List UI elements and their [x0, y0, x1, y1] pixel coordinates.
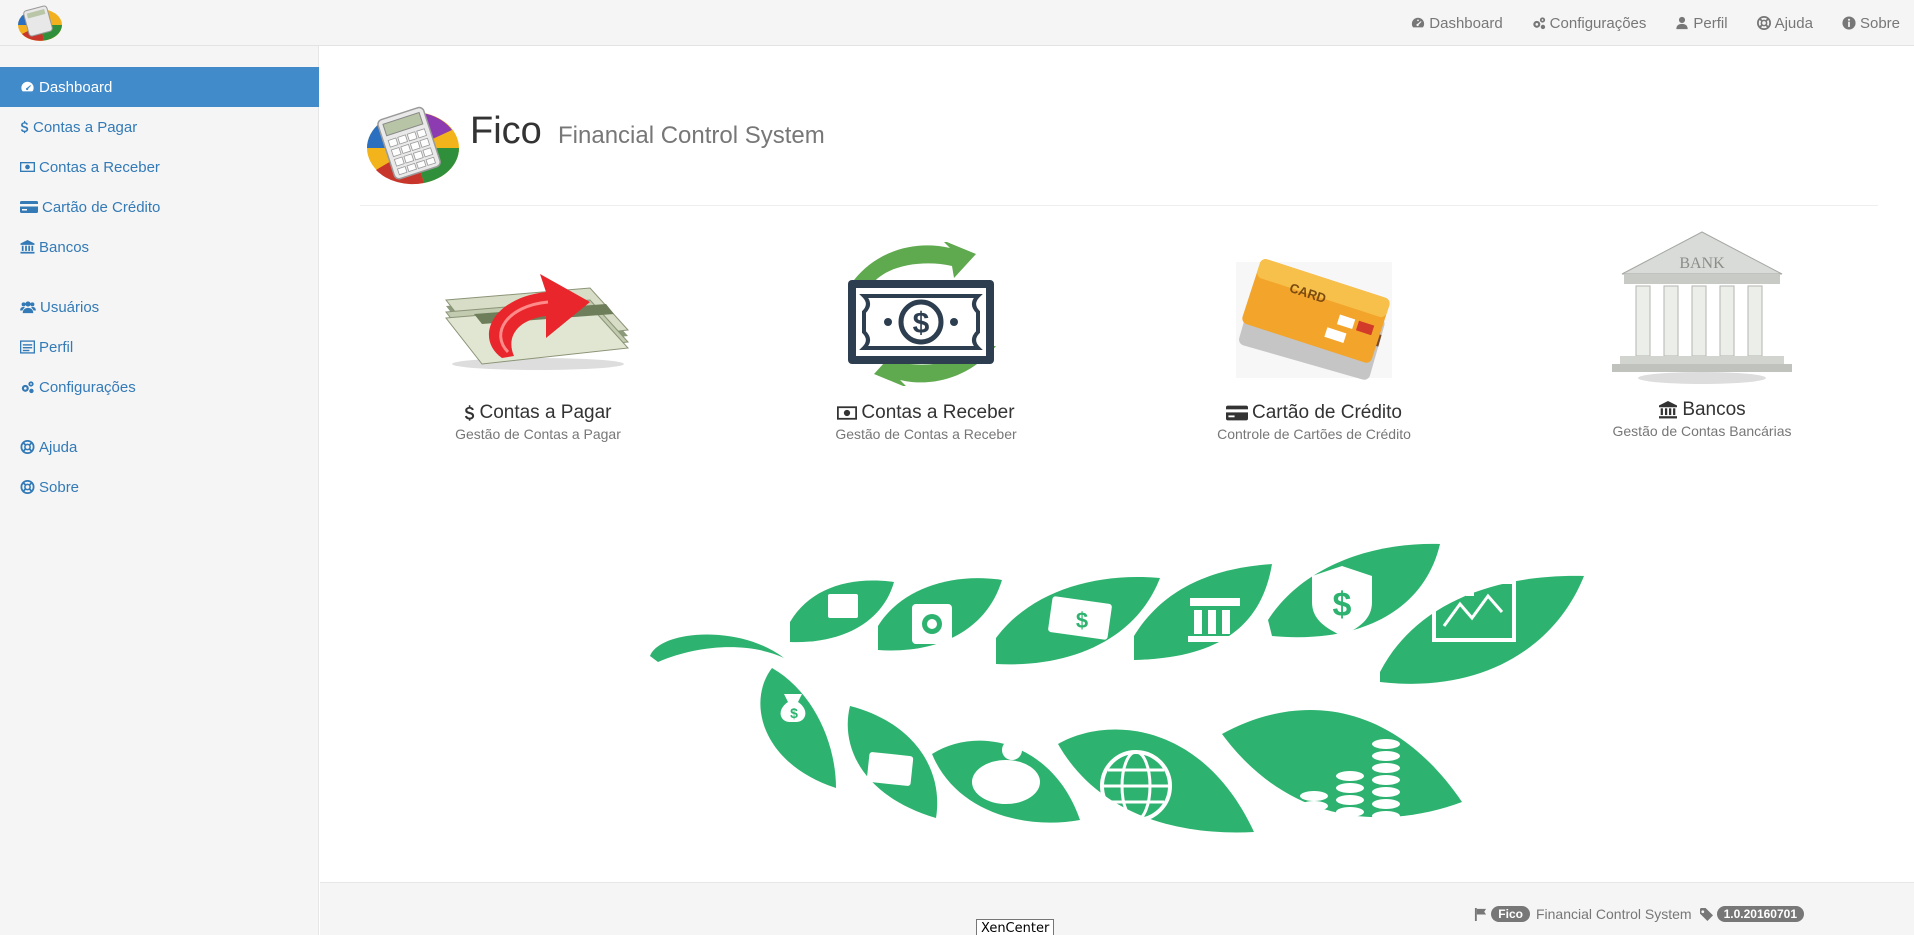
app-subtitle: Financial Control System — [558, 122, 825, 149]
finance-leaf-illustration: $ $ $ — [650, 543, 1584, 833]
info-icon — [1842, 16, 1856, 30]
lifebuoy-icon — [1756, 16, 1771, 30]
tag-icon — [1699, 907, 1713, 921]
money-exchange-icon: $ — [848, 242, 996, 386]
sidebar-item-label: Configurações — [39, 378, 136, 396]
card-title-label: Contas a Receber — [861, 402, 1015, 423]
gears-icon — [21, 381, 34, 394]
card-title: Contas a Pagar — [378, 402, 698, 424]
flag-icon — [1475, 907, 1487, 921]
dashboard-icon — [1412, 17, 1425, 28]
sidebar-item-contas-a-pagar[interactable]: Contas a Pagar — [0, 107, 319, 147]
card-desc: Gestão de Contas a Pagar — [455, 426, 621, 442]
footer-info: Fico Financial Control System 1.0.201607… — [1474, 906, 1810, 922]
gears-icon — [1532, 17, 1545, 30]
credit-card-icon — [20, 201, 38, 213]
card-title: Cartão de Crédito — [1154, 402, 1474, 424]
nav-dashboard[interactable]: Dashboard — [1397, 0, 1517, 46]
card-title: Bancos — [1542, 399, 1862, 421]
sidebar-item-usuarios[interactable]: Usuários — [0, 287, 319, 327]
sidebar-item-bancos[interactable]: Bancos — [0, 227, 319, 267]
brand-badge: Fico — [1491, 906, 1530, 922]
sidebar-item-cartao-de-credito[interactable]: Cartão de Crédito — [0, 187, 319, 227]
bank-icon — [1659, 401, 1678, 419]
sidebar-item-contas-a-receber[interactable]: Contas a Receber — [0, 147, 319, 187]
top-navbar: Dashboard Configurações Perfil Ajuda Sob… — [0, 0, 1914, 46]
sidebar-item-label: Contas a Pagar — [33, 118, 138, 136]
nav-perfil[interactable]: Perfil — [1661, 0, 1742, 46]
dollar-icon — [20, 120, 29, 134]
card-title: Contas a Receber — [766, 402, 1086, 424]
nav-configuracoes[interactable]: Configurações — [1518, 0, 1662, 46]
sidebar-item-label: Dashboard — [39, 78, 113, 96]
svg-text:$: $ — [790, 705, 798, 721]
sidebar-item-sobre[interactable]: Sobre — [0, 467, 319, 507]
nav-ajuda[interactable]: Ajuda — [1743, 0, 1828, 46]
dollar-icon — [465, 405, 475, 421]
header-divider — [360, 205, 1878, 206]
sidebar-item-label: Perfil — [39, 338, 74, 356]
bank-icon — [20, 240, 35, 254]
fico-logo-icon[interactable] — [14, 3, 66, 43]
users-icon — [20, 301, 36, 314]
sidebar-item-configuracoes[interactable]: Configurações — [0, 367, 319, 407]
nav-dashboard-label: Dashboard — [1429, 14, 1503, 32]
sidebar-item-dashboard[interactable]: Dashboard — [0, 67, 319, 107]
credit-cards-icon: CARD — [1236, 259, 1392, 380]
nav-sobre[interactable]: Sobre — [1828, 0, 1914, 46]
card-contas-a-receber[interactable]: $ Contas a Receber Gestão de Contas a Re… — [766, 226, 1086, 526]
dashboard-icon — [21, 81, 34, 92]
nav-perfil-label: Perfil — [1693, 14, 1728, 32]
sidebar-item-label: Sobre — [39, 478, 80, 496]
card-desc: Gestão de Contas Bancárias — [1612, 423, 1792, 439]
money-arrow-icon — [445, 274, 630, 370]
version-badge: 1.0.20160701 — [1716, 906, 1804, 922]
main-content: Fico Financial Control System Contas a P… — [320, 46, 1914, 882]
sidebar: Dashboard Contas a Pagar Contas a Recebe… — [0, 46, 319, 935]
sidebar-item-label: Cartão de Crédito — [42, 198, 161, 216]
bank-image-text: BANK — [1679, 255, 1725, 272]
sidebar-item-label: Usuários — [40, 298, 100, 316]
lifebuoy-icon — [20, 480, 35, 494]
sidebar-item-ajuda[interactable]: Ajuda — [0, 427, 319, 467]
sidebar-item-label: Bancos — [39, 238, 90, 256]
card-title-label: Bancos — [1682, 399, 1746, 420]
calculator-chart-logo-icon — [367, 106, 460, 185]
card-cartao-de-credito[interactable]: CARD Cartão de Crédito Controle de Cartõ… — [1154, 226, 1474, 526]
money-icon — [20, 161, 35, 172]
tooltip: XenCenter — [976, 919, 1055, 935]
card-desc: Controle de Cartões de Crédito — [1217, 426, 1411, 442]
app-name: Fico — [470, 110, 542, 152]
lifebuoy-icon — [20, 440, 35, 454]
svg-text:$: $ — [913, 307, 930, 340]
sidebar-item-label: Contas a Receber — [39, 158, 160, 176]
nav-ajuda-label: Ajuda — [1774, 14, 1813, 32]
card-bancos[interactable]: BANK Bancos Gestão de Contas Bancárias — [1542, 226, 1862, 526]
nav-sobre-label: Sobre — [1859, 14, 1900, 32]
card-desc: Gestão de Contas a Receber — [835, 426, 1017, 442]
user-icon — [1676, 16, 1689, 30]
bank-building-icon: BANK — [1612, 231, 1792, 384]
card-title-label: Cartão de Crédito — [1252, 402, 1402, 423]
card-contas-a-pagar[interactable]: Contas a Pagar Gestão de Contas a Pagar — [378, 226, 698, 526]
sidebar-item-label: Ajuda — [39, 438, 78, 456]
footer-system-name: Financial Control System — [1535, 906, 1692, 922]
profile-icon — [20, 340, 35, 354]
credit-card-icon — [1226, 405, 1249, 421]
money-icon — [837, 406, 858, 420]
sidebar-item-perfil[interactable]: Perfil — [0, 327, 319, 367]
card-title-label: Contas a Pagar — [479, 402, 612, 423]
svg-text:$: $ — [1333, 586, 1352, 624]
svg-text:$: $ — [1076, 608, 1088, 633]
nav-configuracoes-label: Configurações — [1549, 14, 1647, 32]
footer: XenCenter Fico Financial Control System … — [320, 882, 1914, 935]
